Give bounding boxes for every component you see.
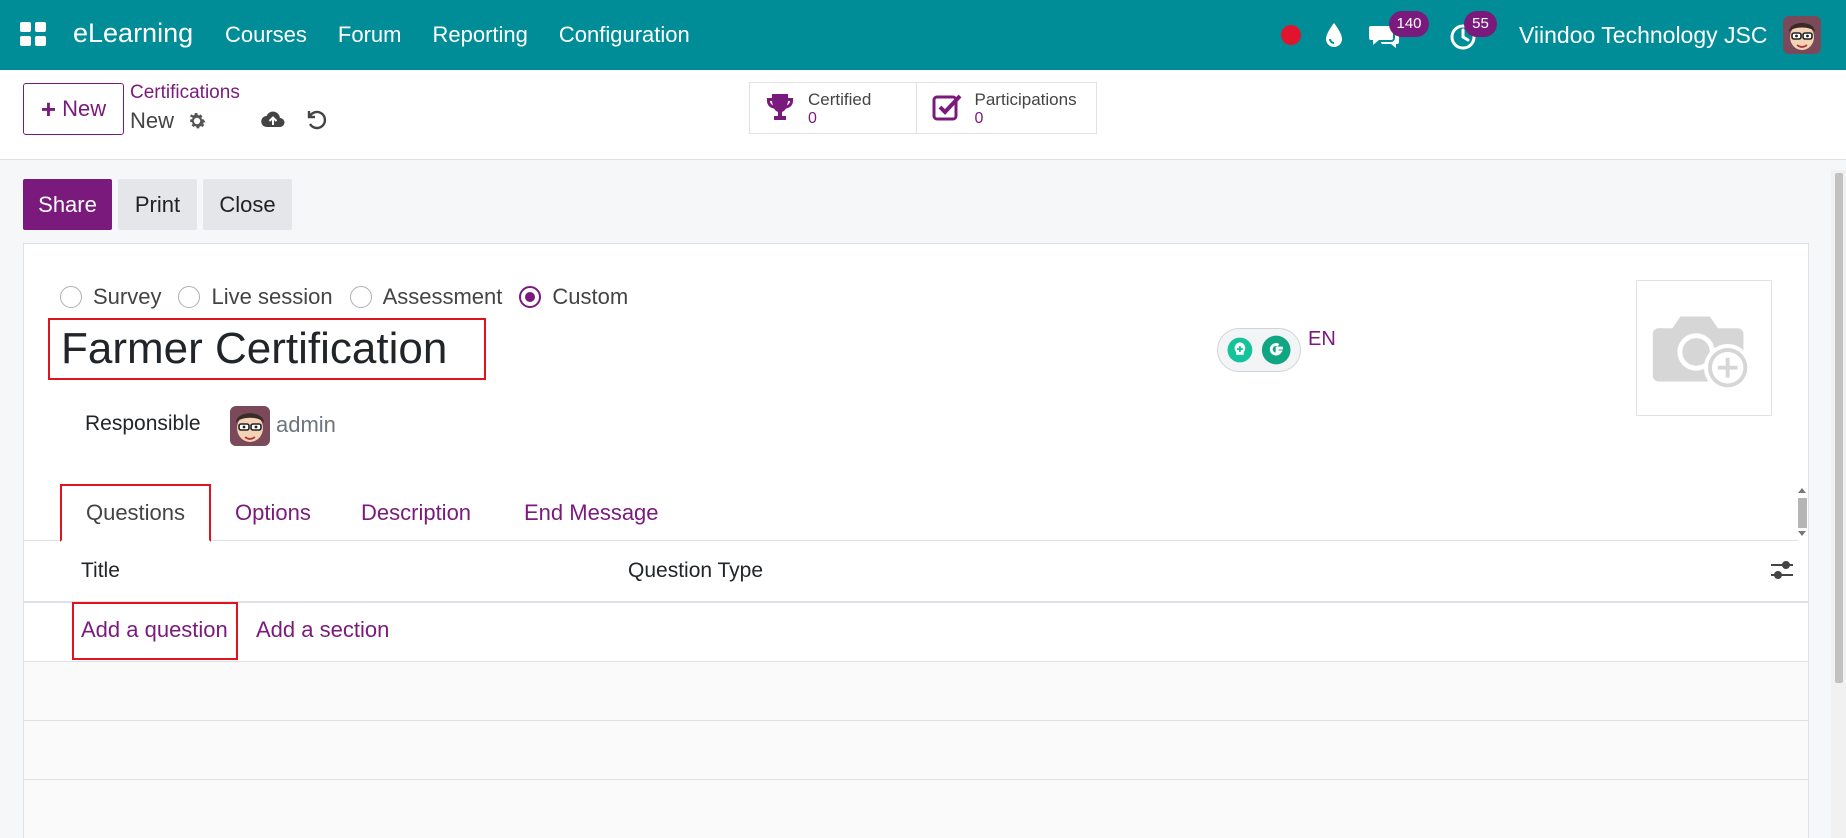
radio-live-session[interactable]: Live session <box>178 284 333 310</box>
participations-label: Participations <box>974 90 1077 109</box>
top-navbar: eLearning Courses Forum Reporting Config… <box>0 0 1846 70</box>
control-panel: + New Certifications New Certified 0 Par… <box>0 70 1846 160</box>
smart-buttons: Certified 0 Participations 0 <box>749 82 1097 134</box>
share-button[interactable]: Share <box>23 179 112 230</box>
recording-dot-icon[interactable] <box>1281 25 1301 45</box>
optional-columns-sliders-icon[interactable] <box>1769 557 1795 583</box>
gear-icon[interactable] <box>186 110 208 132</box>
responsible-label: Responsible <box>85 412 201 435</box>
tabs-scroll-thumb[interactable] <box>1798 498 1807 528</box>
app-grid-icon[interactable] <box>20 22 47 46</box>
column-title[interactable]: Title <box>81 559 120 583</box>
participations-stat-button[interactable]: Participations 0 <box>917 83 1096 133</box>
radio-assessment[interactable]: Assessment <box>349 284 503 310</box>
survey-title-field[interactable]: Farmer Certification <box>61 324 447 374</box>
certified-stat-button[interactable]: Certified 0 <box>750 83 917 133</box>
radio-custom-circle[interactable] <box>519 286 542 308</box>
radio-survey-circle[interactable] <box>60 286 82 308</box>
cloud-upload-icon[interactable] <box>260 107 286 133</box>
table-row <box>24 721 1808 780</box>
plus-icon: + <box>40 94 57 124</box>
main-menu: Courses Forum Reporting Configuration <box>225 22 690 48</box>
breadcrumb-certifications[interactable]: Certifications <box>130 82 240 104</box>
notebook-tabs: Questions Options Description End Messag… <box>24 484 1798 542</box>
scroll-up-arrow-icon[interactable] <box>1798 488 1806 493</box>
certified-label: Certified <box>808 90 872 109</box>
participations-value: 0 <box>974 110 984 127</box>
menu-forum[interactable]: Forum <box>338 22 402 48</box>
radio-custom-label: Custom <box>552 284 629 309</box>
language-button[interactable]: EN <box>1308 328 1336 351</box>
table-row <box>24 662 1808 721</box>
discard-undo-icon[interactable] <box>304 107 328 131</box>
camera-plus-icon[interactable] <box>1636 280 1772 416</box>
activities-badge: 55 <box>1464 11 1497 37</box>
add-question-link[interactable]: Add a question <box>81 617 228 643</box>
radio-assessment-circle[interactable] <box>349 286 372 308</box>
menu-configuration[interactable]: Configuration <box>559 22 690 48</box>
user-avatar[interactable] <box>1783 16 1821 54</box>
tab-options[interactable]: Options <box>235 484 311 541</box>
radio-live-session-circle[interactable] <box>178 286 201 308</box>
trophy-icon <box>767 94 793 120</box>
menu-courses[interactable]: Courses <box>225 22 307 48</box>
radio-custom[interactable]: Custom <box>519 284 628 310</box>
new-button[interactable]: + New <box>23 83 124 135</box>
page-scroll-thumb[interactable] <box>1835 173 1843 683</box>
scroll-down-arrow-icon[interactable] <box>1798 531 1806 536</box>
print-button[interactable]: Print <box>118 179 197 230</box>
page-scrollbar[interactable] <box>1831 170 1846 838</box>
radio-survey[interactable]: Survey <box>60 284 161 310</box>
table-row <box>24 780 1808 838</box>
new-button-label: New <box>62 96 107 121</box>
radio-survey-label: Survey <box>93 284 162 309</box>
company-switcher[interactable]: Viindoo Technology JSC <box>1519 22 1768 49</box>
radio-live-session-label: Live session <box>211 284 333 309</box>
radio-assessment-label: Assessment <box>382 284 503 309</box>
grammarly-widget-icon[interactable] <box>1217 328 1301 372</box>
droplet-icon[interactable] <box>1324 22 1344 48</box>
messages-badge: 140 <box>1389 11 1429 37</box>
responsible-field[interactable]: admin <box>276 412 336 438</box>
menu-reporting[interactable]: Reporting <box>432 22 527 48</box>
tabs-scrollbar[interactable] <box>1795 484 1809 541</box>
tab-description[interactable]: Description <box>361 484 471 541</box>
checkbox-icon <box>932 94 961 121</box>
app-brand[interactable]: eLearning <box>73 18 193 49</box>
certified-value: 0 <box>808 110 817 127</box>
questions-table-header: Title Question Type <box>24 541 1808 603</box>
add-line-row: Add a question Add a section <box>24 602 1808 662</box>
form-sheet: Survey Live session Assessment Custom Fa… <box>23 243 1809 838</box>
column-question-type[interactable]: Question Type <box>628 559 763 583</box>
tab-questions[interactable]: Questions <box>60 484 211 542</box>
close-button[interactable]: Close <box>203 179 292 230</box>
responsible-avatar <box>230 406 270 446</box>
survey-type-radio-group: Survey Live session Assessment Custom <box>60 284 645 310</box>
tab-end-message[interactable]: End Message <box>524 484 659 541</box>
record-name: New <box>130 108 175 133</box>
add-section-link[interactable]: Add a section <box>256 617 389 643</box>
